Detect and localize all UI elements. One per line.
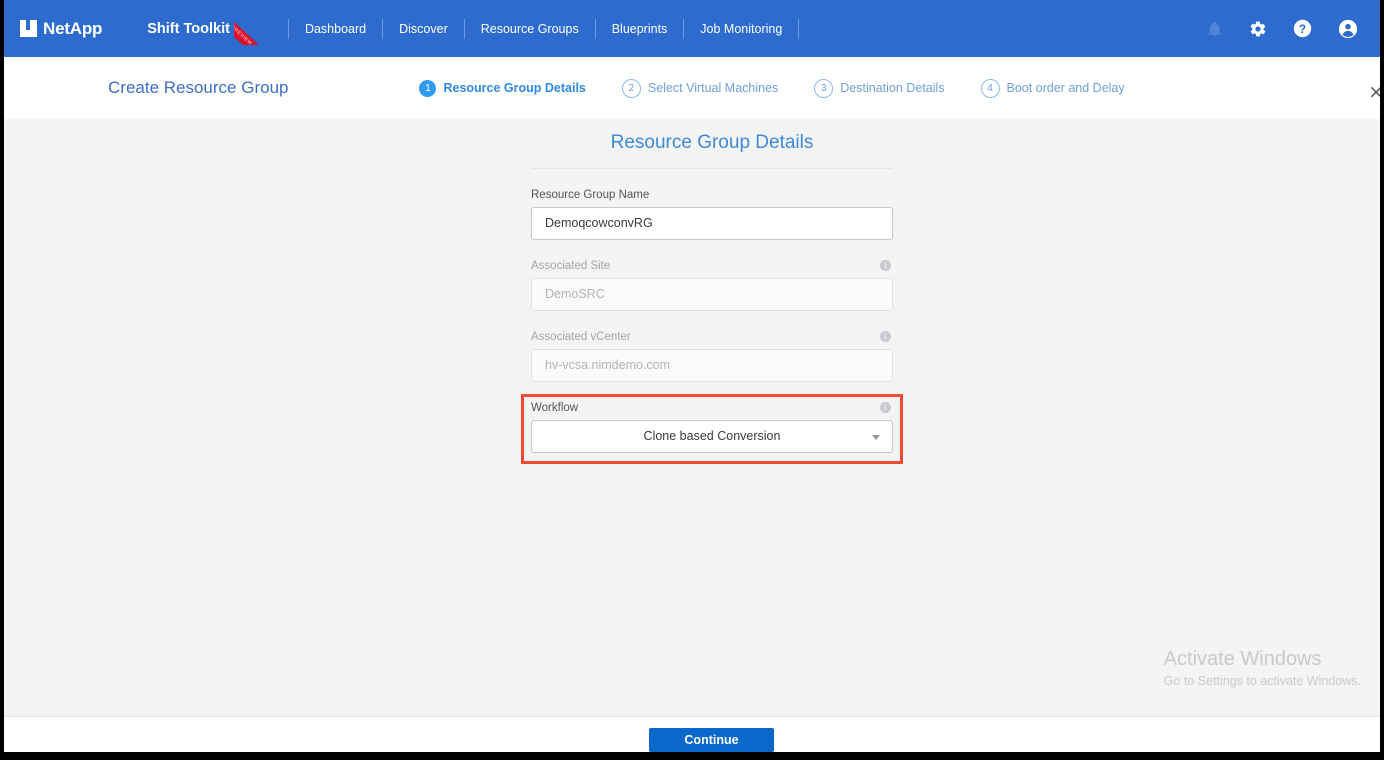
nav-divider <box>382 18 384 39</box>
field-resource-group-name: Resource Group Name DemoqcowconvRG <box>531 189 893 240</box>
info-icon[interactable]: i <box>880 331 891 342</box>
netapp-brand[interactable]: NetApp <box>20 19 102 39</box>
main-content-area: Resource Group Details Resource Group Na… <box>4 119 1380 716</box>
nav-item-discover[interactable]: Discover <box>385 18 462 40</box>
top-header-bar: NetApp Shift Toolkit PREVIEW Dashboard D… <box>4 0 1380 57</box>
workflow-label: Workflow <box>531 402 579 414</box>
continue-button[interactable]: Continue <box>649 728 774 752</box>
field-associated-site: Associated Site i DemoSRC <box>531 260 893 311</box>
field-workflow: Workflow i Clone based Conversion <box>521 394 903 464</box>
info-icon[interactable]: i <box>880 260 891 271</box>
user-account-icon[interactable] <box>1338 19 1358 39</box>
product-name: Shift Toolkit PREVIEW <box>147 18 264 45</box>
step-number-badge: 2 <box>621 78 641 98</box>
close-icon[interactable]: × <box>1368 81 1380 103</box>
nav-divider <box>798 18 800 39</box>
wizard-steps: 1 Resource Group Details 2 Select Virtua… <box>419 78 1125 98</box>
watermark-subtitle: Go to Settings to activate Windows. <box>1163 674 1361 688</box>
wizard-stepper-bar: Create Resource Group 1 Resource Group D… <box>4 57 1380 120</box>
help-circle-icon[interactable]: ? <box>1293 19 1312 38</box>
step-number-badge: 3 <box>814 78 834 98</box>
application-window: NetApp Shift Toolkit PREVIEW Dashboard D… <box>4 0 1380 752</box>
workflow-select[interactable]: Clone based Conversion <box>531 420 893 453</box>
associated-site-label: Associated Site <box>531 260 611 272</box>
preview-ribbon-icon: PREVIEW <box>233 17 264 45</box>
nav-divider <box>594 18 596 39</box>
nav-item-resource-groups[interactable]: Resource Groups <box>467 18 593 40</box>
info-icon[interactable]: i <box>880 402 891 413</box>
step-label: Boot order and Delay <box>1006 81 1125 95</box>
step-number-badge: 4 <box>980 78 1000 98</box>
associated-vcenter-label: Associated vCenter <box>531 331 631 343</box>
screen-bottom-strip <box>0 752 1384 760</box>
settings-gear-icon[interactable] <box>1249 20 1267 38</box>
step-number-badge: 1 <box>419 79 437 97</box>
nav-divider <box>463 18 465 39</box>
nav-item-job-monitoring[interactable]: Job Monitoring <box>686 18 796 40</box>
workflow-selected-value: Clone based Conversion <box>643 429 781 443</box>
associated-site-input: DemoSRC <box>531 278 893 311</box>
associated-vcenter-input: hv-vcsa.nimdemo.com <box>531 349 893 382</box>
brand-name: NetApp <box>43 18 103 38</box>
title-divider <box>531 168 893 169</box>
nav-item-blueprints[interactable]: Blueprints <box>598 18 682 40</box>
notification-bell-icon[interactable] <box>1206 20 1223 38</box>
netapp-logo-icon <box>20 20 37 37</box>
svg-text:?: ? <box>1299 22 1306 36</box>
product-name-label: Shift Toolkit <box>147 20 230 37</box>
form-title: Resource Group Details <box>610 132 814 153</box>
watermark-title: Activate Windows <box>1163 648 1322 670</box>
preview-ribbon-label: PREVIEW <box>233 18 259 45</box>
resource-group-name-label: Resource Group Name <box>531 189 650 201</box>
footer-bar: Continue <box>4 716 1380 752</box>
windows-activation-watermark: Activate Windows Go to Settings to activ… <box>1164 646 1361 690</box>
step-label: Resource Group Details <box>443 81 586 95</box>
resource-group-name-input[interactable]: DemoqcowconvRG <box>531 207 893 240</box>
wizard-step-1[interactable]: 1 Resource Group Details <box>419 79 586 97</box>
field-associated-vcenter: Associated vCenter i hv-vcsa.nimdemo.com <box>531 331 893 382</box>
chevron-down-icon <box>872 435 880 440</box>
header-icon-group: ? <box>1206 0 1370 57</box>
wizard-step-4[interactable]: 4 Boot order and Delay <box>980 78 1125 98</box>
nav-divider <box>287 18 289 39</box>
resource-group-details-form: Resource Group Details Resource Group Na… <box>521 132 903 464</box>
wizard-step-2[interactable]: 2 Select Virtual Machines <box>621 78 779 98</box>
nav-item-dashboard[interactable]: Dashboard <box>291 18 380 40</box>
wizard-step-3[interactable]: 3 Destination Details <box>814 78 945 98</box>
page-title: Create Resource Group <box>108 78 289 97</box>
nav-divider <box>683 18 685 39</box>
main-navigation: Dashboard Discover Resource Groups Bluep… <box>286 18 801 40</box>
step-label: Select Virtual Machines <box>647 81 779 95</box>
step-label: Destination Details <box>840 81 945 95</box>
